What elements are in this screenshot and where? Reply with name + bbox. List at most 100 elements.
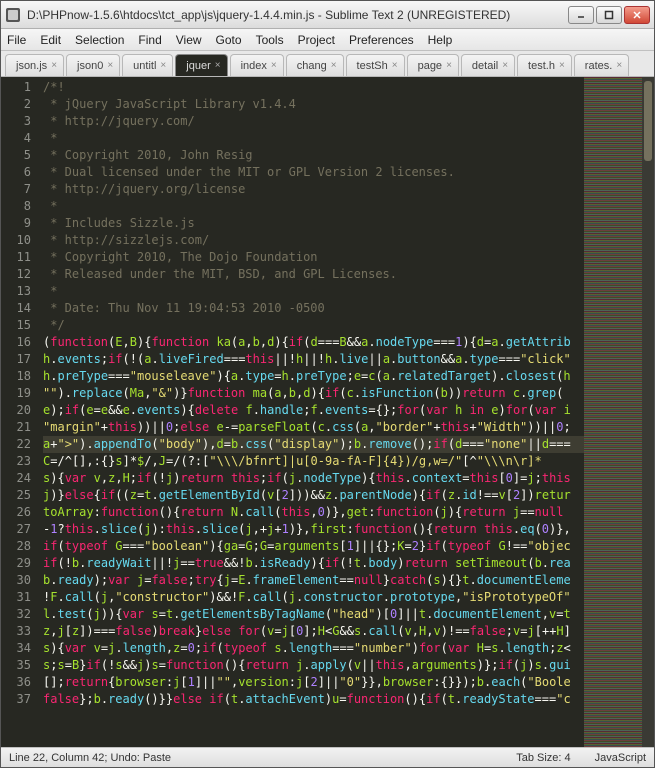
close-icon[interactable]: × xyxy=(331,60,337,71)
tab-label: rates. xyxy=(585,60,613,72)
code-line[interactable]: j)}else{if((z=t.getElementById(v[2]))&&z… xyxy=(43,487,584,504)
code-line[interactable]: * Copyright 2010, John Resig xyxy=(43,147,584,164)
code-line[interactable]: s){var v,z,H;if(!j)return this;if(j.node… xyxy=(43,470,584,487)
menu-tools[interactable]: Tools xyxy=(256,33,284,47)
tab[interactable]: rates.× xyxy=(574,54,629,76)
menu-preferences[interactable]: Preferences xyxy=(349,33,414,47)
close-icon[interactable]: × xyxy=(392,60,398,71)
menu-bar: File Edit Selection Find View Goto Tools… xyxy=(1,29,654,51)
tab-label: chang xyxy=(297,60,327,72)
tab[interactable]: json.js× xyxy=(5,54,64,76)
tab[interactable]: page× xyxy=(407,54,459,76)
tab-label: untitl xyxy=(133,60,156,72)
scrollbar-thumb[interactable] xyxy=(644,81,652,161)
tab-label: jquer xyxy=(186,60,210,72)
code-line[interactable]: b.ready);var j=false;try{j=E.frameElemen… xyxy=(43,572,584,589)
close-icon[interactable]: × xyxy=(559,60,565,71)
close-icon[interactable]: × xyxy=(616,60,622,71)
tab[interactable]: untitl × xyxy=(122,54,173,76)
vertical-scrollbar[interactable] xyxy=(642,77,654,747)
close-icon[interactable]: × xyxy=(271,60,277,71)
line-number: 12 xyxy=(1,266,31,283)
status-bar: Line 22, Column 42; Undo: Paste Tab Size… xyxy=(1,747,654,767)
code-line[interactable]: /*! xyxy=(43,79,584,96)
code-line[interactable]: -1?this.slice(j):this.slice(j,+j+1)},fir… xyxy=(43,521,584,538)
tab[interactable]: jquer × xyxy=(175,54,227,76)
line-number: 30 xyxy=(1,572,31,589)
code-line[interactable]: !F.call(j,"constructor")&&!F.call(j.cons… xyxy=(43,589,584,606)
tab[interactable]: detail× xyxy=(461,54,515,76)
code-line[interactable]: * Dual licensed under the MIT or GPL Ver… xyxy=(43,164,584,181)
app-window: D:\PHPnow-1.5.6\htdocs\tct_app\js\jquery… xyxy=(0,0,655,768)
code-line[interactable]: z,j[z])===false)break}else for(v=j[0];H<… xyxy=(43,623,584,640)
app-icon xyxy=(5,7,21,23)
code-line[interactable]: e);if(e=e&&e.events){delete f.handle;f.e… xyxy=(43,402,584,419)
line-number: 10 xyxy=(1,232,31,249)
line-number: 18 xyxy=(1,368,31,385)
code-line[interactable]: * Date: Thu Nov 11 19:04:53 2010 -0500 xyxy=(43,300,584,317)
code-line[interactable]: s){var v=j.length,z=0;if(typeof s.length… xyxy=(43,640,584,657)
line-number: 9 xyxy=(1,215,31,232)
menu-help[interactable]: Help xyxy=(428,33,453,47)
code-line[interactable]: if(!b.readyWait||!j==true&&!b.isReady){i… xyxy=(43,555,584,572)
tab[interactable]: chang × xyxy=(286,54,344,76)
code-line[interactable]: * Includes Sizzle.js xyxy=(43,215,584,232)
code-line[interactable]: * http://jquery.org/license xyxy=(43,181,584,198)
tab[interactable]: json0× xyxy=(66,54,120,76)
line-number: 6 xyxy=(1,164,31,181)
maximize-button[interactable] xyxy=(596,6,622,24)
close-icon[interactable]: × xyxy=(502,60,508,71)
minimap[interactable] xyxy=(584,77,642,747)
close-icon[interactable]: × xyxy=(446,60,452,71)
menu-edit[interactable]: Edit xyxy=(40,33,61,47)
line-number: 31 xyxy=(1,589,31,606)
close-button[interactable] xyxy=(624,6,650,24)
code-line[interactable]: s;s=B}if(!s&&j)s=function(){return j.app… xyxy=(43,657,584,674)
code-line[interactable]: */ xyxy=(43,317,584,334)
code-line[interactable]: (function(E,B){function ka(a,b,d){if(d==… xyxy=(43,334,584,351)
code-line[interactable]: if(typeof G==="boolean"){ga=G;G=argument… xyxy=(43,538,584,555)
menu-view[interactable]: View xyxy=(176,33,202,47)
tab[interactable]: testSh× xyxy=(346,54,405,76)
code-line[interactable]: h.preType==="mouseleave"){a.type=h.preTy… xyxy=(43,368,584,385)
menu-file[interactable]: File xyxy=(7,33,26,47)
line-number: 28 xyxy=(1,538,31,555)
menu-project[interactable]: Project xyxy=(298,33,335,47)
minimize-button[interactable] xyxy=(568,6,594,24)
tab[interactable]: test.h× xyxy=(517,54,572,76)
code-line[interactable]: a+">").appendTo("body"),d=b.css("display… xyxy=(43,436,584,453)
code-line[interactable]: C=/^[],:{}s]*$/,J=/(?:["\\\/bfnrt]|u[0-9… xyxy=(43,453,584,470)
code-line[interactable]: * http://jquery.com/ xyxy=(43,113,584,130)
code-line[interactable]: "").replace(Ma,"&")}function ma(a,b,d){i… xyxy=(43,385,584,402)
code-line[interactable]: * jQuery JavaScript Library v1.4.4 xyxy=(43,96,584,113)
menu-find[interactable]: Find xyxy=(138,33,161,47)
code-line[interactable]: * Released under the MIT, BSD, and GPL L… xyxy=(43,266,584,283)
line-number: 7 xyxy=(1,181,31,198)
code-line[interactable]: toArray:function(){return N.call(this,0)… xyxy=(43,504,584,521)
close-icon[interactable]: × xyxy=(160,60,166,71)
close-icon[interactable]: × xyxy=(215,60,221,71)
status-tab-size[interactable]: Tab Size: 4 xyxy=(516,752,570,764)
menu-goto[interactable]: Goto xyxy=(216,33,242,47)
code-line[interactable]: [];return{browser:j[1]||"",version:j[2]|… xyxy=(43,674,584,691)
code-line[interactable]: * Copyright 2010, The Dojo Foundation xyxy=(43,249,584,266)
close-icon[interactable]: × xyxy=(51,60,57,71)
code-line[interactable]: false};b.ready()}}else if(t.attachEvent)… xyxy=(43,691,584,708)
code-line[interactable]: * xyxy=(43,198,584,215)
title-bar[interactable]: D:\PHPnow-1.5.6\htdocs\tct_app\js\jquery… xyxy=(1,1,654,29)
code-line[interactable]: h.events;if(!(a.liveFired===this||!h||!h… xyxy=(43,351,584,368)
menu-selection[interactable]: Selection xyxy=(75,33,124,47)
code-line[interactable]: * http://sizzlejs.com/ xyxy=(43,232,584,249)
code-line[interactable]: * xyxy=(43,130,584,147)
close-icon[interactable]: × xyxy=(107,60,113,71)
line-number: 34 xyxy=(1,640,31,657)
line-number: 23 xyxy=(1,453,31,470)
code-line[interactable]: l.test(j)){var s=t.getElementsByTagName(… xyxy=(43,606,584,623)
code-view[interactable]: /*! * jQuery JavaScript Library v1.4.4 *… xyxy=(37,77,584,747)
tab[interactable]: index× xyxy=(230,54,284,76)
status-position[interactable]: Line 22, Column 42; Undo: Paste xyxy=(9,752,171,764)
status-syntax[interactable]: JavaScript xyxy=(595,752,646,764)
code-line[interactable]: "margin"+this))||0;else e-=parseFloat(c.… xyxy=(43,419,584,436)
line-number: 15 xyxy=(1,317,31,334)
code-line[interactable]: * xyxy=(43,283,584,300)
